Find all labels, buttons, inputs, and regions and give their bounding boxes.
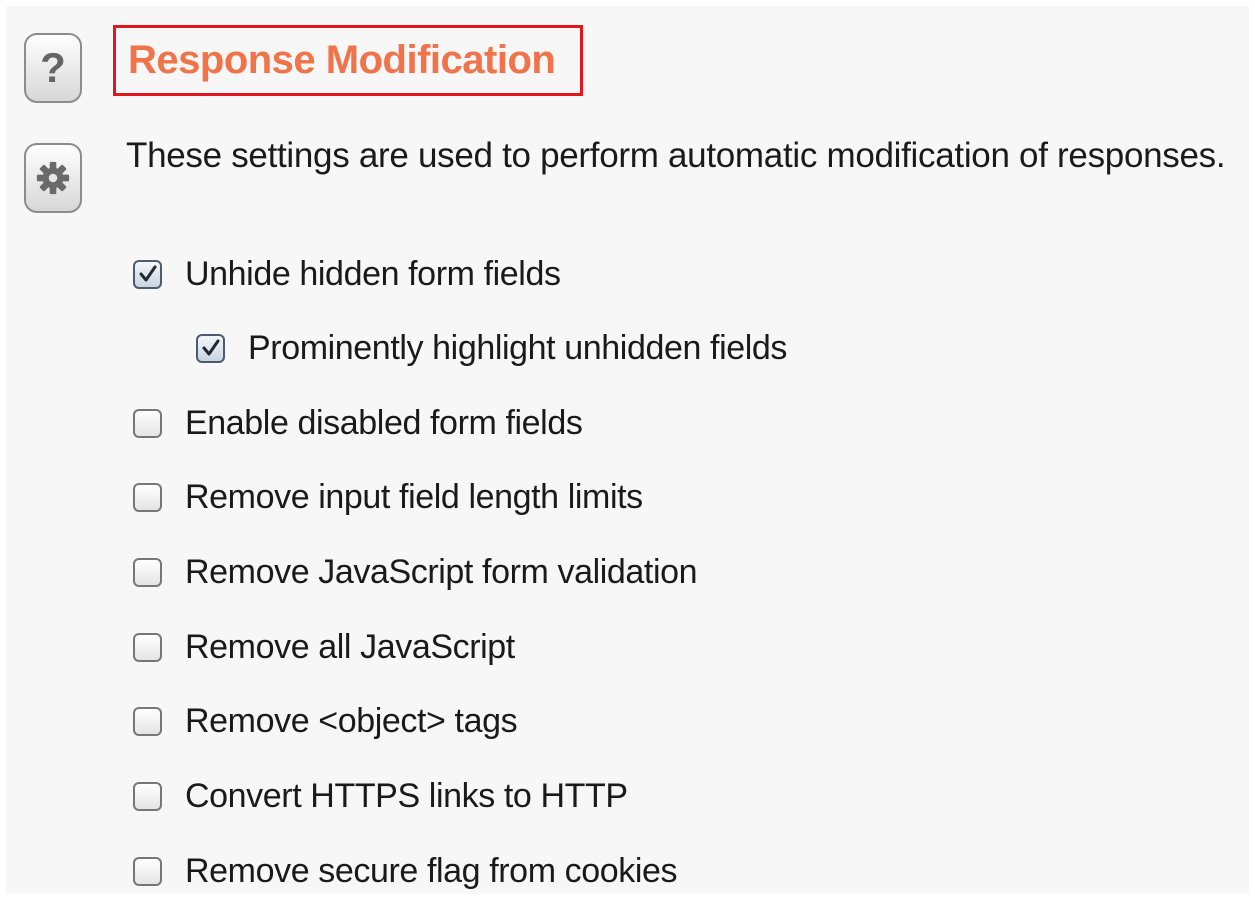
option-label: Convert HTTPS links to HTTP [185, 776, 628, 815]
gear-icon [36, 161, 70, 195]
checkmark-icon [202, 339, 219, 356]
checkmark-icon [139, 265, 156, 282]
option-highlight-unhidden-fields[interactable]: Prominently highlight unhidden fields [196, 328, 787, 368]
option-label: Enable disabled form fields [185, 403, 583, 442]
option-label: Prominently highlight unhidden fields [248, 328, 787, 367]
checkbox[interactable] [133, 259, 162, 289]
option-remove-js-validation[interactable]: Remove JavaScript form validation [133, 552, 698, 592]
checkbox[interactable] [133, 482, 162, 512]
checkbox[interactable] [133, 706, 162, 736]
checkbox[interactable] [133, 408, 162, 438]
question-mark-icon: ? [40, 44, 66, 91]
section-title: Response Modification [128, 38, 556, 82]
checkbox[interactable] [133, 632, 162, 662]
option-label: Remove secure flag from cookies [185, 851, 678, 890]
section-description: These settings are used to perform autom… [126, 136, 1226, 175]
option-remove-secure-flag[interactable]: Remove secure flag from cookies [133, 851, 678, 891]
option-label: Remove <object> tags [185, 701, 518, 740]
option-unhide-hidden-fields[interactable]: Unhide hidden form fields [133, 254, 561, 294]
option-remove-object-tags[interactable]: Remove <object> tags [133, 701, 518, 741]
section-title-highlight: Response Modification [113, 25, 583, 96]
checkbox[interactable] [196, 333, 225, 363]
settings-button[interactable] [24, 143, 82, 213]
option-enable-disabled-fields[interactable]: Enable disabled form fields [133, 403, 583, 443]
option-convert-https-links[interactable]: Convert HTTPS links to HTTP [133, 776, 628, 816]
option-label: Remove input field length limits [185, 477, 643, 516]
option-label: Remove JavaScript form validation [185, 552, 698, 591]
checkbox[interactable] [133, 856, 162, 886]
help-button[interactable]: ? [24, 33, 82, 103]
checkbox[interactable] [133, 781, 162, 811]
option-remove-all-javascript[interactable]: Remove all JavaScript [133, 627, 515, 667]
option-label: Unhide hidden form fields [185, 254, 561, 293]
option-label: Remove all JavaScript [185, 627, 515, 666]
option-remove-length-limits[interactable]: Remove input field length limits [133, 477, 643, 517]
checkbox[interactable] [133, 557, 162, 587]
